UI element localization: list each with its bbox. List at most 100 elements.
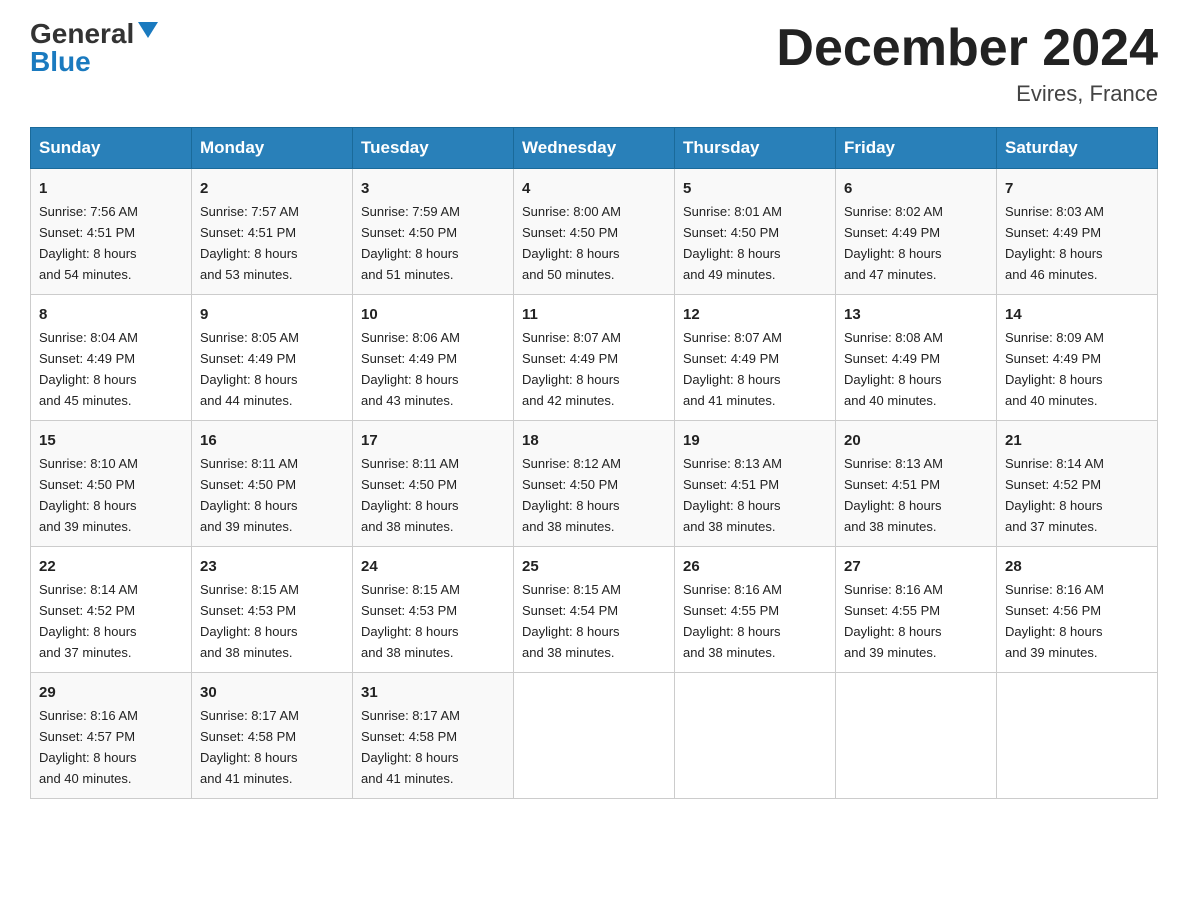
day-cell: 4 Sunrise: 8:00 AMSunset: 4:50 PMDayligh… (514, 169, 675, 295)
day-number: 2 (200, 177, 344, 200)
day-info: Sunrise: 8:15 AMSunset: 4:53 PMDaylight:… (200, 582, 299, 660)
day-number: 4 (522, 177, 666, 200)
day-cell: 24 Sunrise: 8:15 AMSunset: 4:53 PMDaylig… (353, 547, 514, 673)
day-number: 5 (683, 177, 827, 200)
day-info: Sunrise: 8:17 AMSunset: 4:58 PMDaylight:… (200, 708, 299, 786)
day-info: Sunrise: 8:02 AMSunset: 4:49 PMDaylight:… (844, 204, 943, 282)
day-cell: 31 Sunrise: 8:17 AMSunset: 4:58 PMDaylig… (353, 672, 514, 798)
calendar-header: SundayMondayTuesdayWednesdayThursdayFrid… (31, 128, 1158, 169)
day-cell: 13 Sunrise: 8:08 AMSunset: 4:49 PMDaylig… (836, 295, 997, 421)
day-info: Sunrise: 8:14 AMSunset: 4:52 PMDaylight:… (1005, 456, 1104, 534)
day-info: Sunrise: 8:13 AMSunset: 4:51 PMDaylight:… (683, 456, 782, 534)
day-info: Sunrise: 8:07 AMSunset: 4:49 PMDaylight:… (522, 330, 621, 408)
day-info: Sunrise: 8:15 AMSunset: 4:54 PMDaylight:… (522, 582, 621, 660)
day-cell: 21 Sunrise: 8:14 AMSunset: 4:52 PMDaylig… (997, 421, 1158, 547)
day-info: Sunrise: 8:14 AMSunset: 4:52 PMDaylight:… (39, 582, 138, 660)
month-title: December 2024 (776, 20, 1158, 77)
day-cell: 9 Sunrise: 8:05 AMSunset: 4:49 PMDayligh… (192, 295, 353, 421)
day-info: Sunrise: 8:03 AMSunset: 4:49 PMDaylight:… (1005, 204, 1104, 282)
day-cell: 16 Sunrise: 8:11 AMSunset: 4:50 PMDaylig… (192, 421, 353, 547)
day-number: 24 (361, 555, 505, 578)
day-cell: 22 Sunrise: 8:14 AMSunset: 4:52 PMDaylig… (31, 547, 192, 673)
day-number: 28 (1005, 555, 1149, 578)
day-cell (514, 672, 675, 798)
header-cell-tuesday: Tuesday (353, 128, 514, 169)
day-number: 31 (361, 681, 505, 704)
day-info: Sunrise: 7:59 AMSunset: 4:50 PMDaylight:… (361, 204, 460, 282)
day-info: Sunrise: 7:57 AMSunset: 4:51 PMDaylight:… (200, 204, 299, 282)
day-number: 29 (39, 681, 183, 704)
day-number: 10 (361, 303, 505, 326)
day-cell: 6 Sunrise: 8:02 AMSunset: 4:49 PMDayligh… (836, 169, 997, 295)
day-cell: 3 Sunrise: 7:59 AMSunset: 4:50 PMDayligh… (353, 169, 514, 295)
day-info: Sunrise: 8:17 AMSunset: 4:58 PMDaylight:… (361, 708, 460, 786)
day-cell: 18 Sunrise: 8:12 AMSunset: 4:50 PMDaylig… (514, 421, 675, 547)
day-info: Sunrise: 7:56 AMSunset: 4:51 PMDaylight:… (39, 204, 138, 282)
week-row-1: 1 Sunrise: 7:56 AMSunset: 4:51 PMDayligh… (31, 169, 1158, 295)
day-number: 18 (522, 429, 666, 452)
day-cell: 25 Sunrise: 8:15 AMSunset: 4:54 PMDaylig… (514, 547, 675, 673)
day-info: Sunrise: 8:04 AMSunset: 4:49 PMDaylight:… (39, 330, 138, 408)
header-cell-thursday: Thursday (675, 128, 836, 169)
day-number: 27 (844, 555, 988, 578)
day-cell: 26 Sunrise: 8:16 AMSunset: 4:55 PMDaylig… (675, 547, 836, 673)
day-info: Sunrise: 8:16 AMSunset: 4:56 PMDaylight:… (1005, 582, 1104, 660)
day-cell: 19 Sunrise: 8:13 AMSunset: 4:51 PMDaylig… (675, 421, 836, 547)
day-number: 26 (683, 555, 827, 578)
title-area: December 2024 Evires, France (776, 20, 1158, 107)
day-cell: 15 Sunrise: 8:10 AMSunset: 4:50 PMDaylig… (31, 421, 192, 547)
day-info: Sunrise: 8:08 AMSunset: 4:49 PMDaylight:… (844, 330, 943, 408)
header-cell-saturday: Saturday (997, 128, 1158, 169)
day-cell: 29 Sunrise: 8:16 AMSunset: 4:57 PMDaylig… (31, 672, 192, 798)
day-info: Sunrise: 8:12 AMSunset: 4:50 PMDaylight:… (522, 456, 621, 534)
day-cell: 1 Sunrise: 7:56 AMSunset: 4:51 PMDayligh… (31, 169, 192, 295)
day-cell: 7 Sunrise: 8:03 AMSunset: 4:49 PMDayligh… (997, 169, 1158, 295)
day-number: 13 (844, 303, 988, 326)
day-info: Sunrise: 8:05 AMSunset: 4:49 PMDaylight:… (200, 330, 299, 408)
day-number: 25 (522, 555, 666, 578)
header-cell-friday: Friday (836, 128, 997, 169)
day-number: 11 (522, 303, 666, 326)
day-number: 3 (361, 177, 505, 200)
day-number: 1 (39, 177, 183, 200)
location-text: Evires, France (776, 81, 1158, 107)
logo-blue-text: Blue (30, 48, 91, 76)
day-cell: 8 Sunrise: 8:04 AMSunset: 4:49 PMDayligh… (31, 295, 192, 421)
day-info: Sunrise: 8:07 AMSunset: 4:49 PMDaylight:… (683, 330, 782, 408)
day-cell: 23 Sunrise: 8:15 AMSunset: 4:53 PMDaylig… (192, 547, 353, 673)
day-info: Sunrise: 8:10 AMSunset: 4:50 PMDaylight:… (39, 456, 138, 534)
header-cell-sunday: Sunday (31, 128, 192, 169)
page-header: General Blue December 2024 Evires, Franc… (30, 20, 1158, 107)
header-cell-monday: Monday (192, 128, 353, 169)
day-cell: 2 Sunrise: 7:57 AMSunset: 4:51 PMDayligh… (192, 169, 353, 295)
day-info: Sunrise: 8:15 AMSunset: 4:53 PMDaylight:… (361, 582, 460, 660)
day-number: 21 (1005, 429, 1149, 452)
day-cell: 10 Sunrise: 8:06 AMSunset: 4:49 PMDaylig… (353, 295, 514, 421)
day-info: Sunrise: 8:06 AMSunset: 4:49 PMDaylight:… (361, 330, 460, 408)
day-number: 6 (844, 177, 988, 200)
day-number: 7 (1005, 177, 1149, 200)
day-number: 14 (1005, 303, 1149, 326)
logo: General Blue (30, 20, 158, 76)
day-info: Sunrise: 8:16 AMSunset: 4:57 PMDaylight:… (39, 708, 138, 786)
day-number: 22 (39, 555, 183, 578)
day-info: Sunrise: 8:16 AMSunset: 4:55 PMDaylight:… (844, 582, 943, 660)
day-cell: 28 Sunrise: 8:16 AMSunset: 4:56 PMDaylig… (997, 547, 1158, 673)
day-number: 16 (200, 429, 344, 452)
day-info: Sunrise: 8:11 AMSunset: 4:50 PMDaylight:… (361, 456, 459, 534)
day-number: 19 (683, 429, 827, 452)
logo-triangle-icon (138, 22, 158, 38)
week-row-5: 29 Sunrise: 8:16 AMSunset: 4:57 PMDaylig… (31, 672, 1158, 798)
week-row-3: 15 Sunrise: 8:10 AMSunset: 4:50 PMDaylig… (31, 421, 1158, 547)
day-cell: 30 Sunrise: 8:17 AMSunset: 4:58 PMDaylig… (192, 672, 353, 798)
day-number: 23 (200, 555, 344, 578)
day-cell: 12 Sunrise: 8:07 AMSunset: 4:49 PMDaylig… (675, 295, 836, 421)
day-number: 15 (39, 429, 183, 452)
header-row: SundayMondayTuesdayWednesdayThursdayFrid… (31, 128, 1158, 169)
day-number: 20 (844, 429, 988, 452)
day-cell: 11 Sunrise: 8:07 AMSunset: 4:49 PMDaylig… (514, 295, 675, 421)
day-number: 8 (39, 303, 183, 326)
day-cell: 14 Sunrise: 8:09 AMSunset: 4:49 PMDaylig… (997, 295, 1158, 421)
day-info: Sunrise: 8:09 AMSunset: 4:49 PMDaylight:… (1005, 330, 1104, 408)
day-cell: 5 Sunrise: 8:01 AMSunset: 4:50 PMDayligh… (675, 169, 836, 295)
